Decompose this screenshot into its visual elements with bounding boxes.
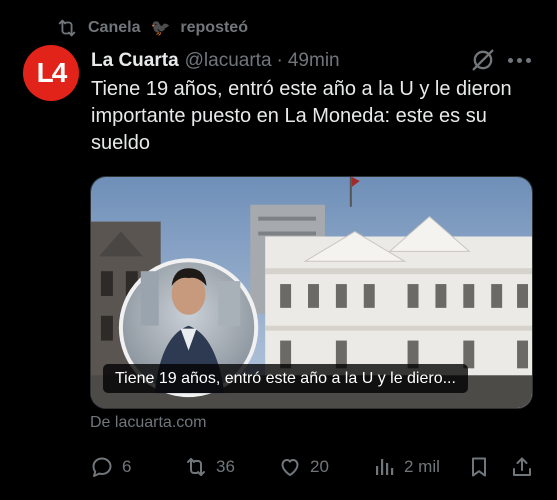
avatar-logo-text: L4 <box>36 57 68 88</box>
bookmark-button[interactable] <box>467 452 491 482</box>
tweet-actions: 6 36 20 2 mil <box>90 452 536 482</box>
author-name[interactable]: La Cuarta <box>91 50 179 72</box>
like-count: 20 <box>310 457 329 476</box>
repost-icon <box>187 458 205 476</box>
link-source[interactable]: De lacuarta.com <box>90 414 207 432</box>
share-button[interactable] <box>510 452 534 482</box>
link-card-caption: Tiene 19 años, entró este año a la U y l… <box>103 364 468 393</box>
tweet-timestamp[interactable]: 49min <box>288 50 340 72</box>
repost-count: 36 <box>216 457 235 476</box>
views-count: 2 mil <box>404 457 440 476</box>
repost-icon <box>58 19 76 37</box>
reply-button[interactable]: 6 <box>90 452 131 482</box>
repost-username[interactable]: Canela <box>88 19 140 37</box>
tweet-text: Tiene 19 años, entró este año a la U y l… <box>91 78 512 154</box>
avatar[interactable]: L4 <box>23 45 79 101</box>
share-icon <box>513 457 531 476</box>
views-icon <box>376 459 394 475</box>
like-button[interactable]: 20 <box>278 452 329 482</box>
tweet-header: La Cuarta @lacuarta · 49min <box>91 48 340 74</box>
repost-emoji: 🐦‍⬛ <box>150 20 171 37</box>
repost-button[interactable]: 36 <box>184 452 235 482</box>
grok-icon[interactable] <box>469 46 497 74</box>
reply-icon <box>92 457 112 477</box>
views-button[interactable]: 2 mil <box>372 452 440 482</box>
bookmark-icon <box>472 457 486 477</box>
reply-count: 6 <box>122 457 132 476</box>
link-card-image[interactable]: Tiene 19 años, entró este año a la U y l… <box>90 176 533 409</box>
repost-label: reposteó <box>180 19 248 36</box>
separator-dot: · <box>276 50 283 71</box>
repost-context[interactable]: Canela 🐦‍⬛ reposteó <box>56 16 248 40</box>
more-icon[interactable] <box>508 54 532 66</box>
like-icon <box>281 459 299 476</box>
author-handle[interactable]: @lacuarta <box>185 50 272 72</box>
